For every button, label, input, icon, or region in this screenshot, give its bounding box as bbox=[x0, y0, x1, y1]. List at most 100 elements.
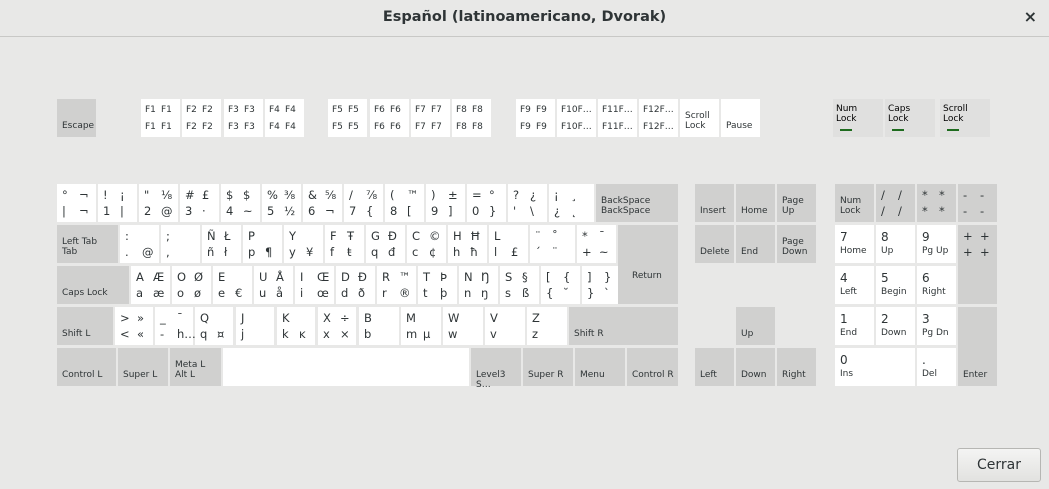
key-d[interactable]: DĐdð bbox=[336, 266, 375, 304]
key-c[interactable]: C © c ¢ bbox=[407, 225, 446, 263]
key-up[interactable]: Up bbox=[736, 307, 775, 345]
key-super-r[interactable]: Super R bbox=[523, 348, 573, 386]
key-super-l[interactable]: Super L bbox=[118, 348, 168, 386]
key-page-up[interactable]: Page Up bbox=[777, 184, 816, 222]
key-u[interactable]: UÅuå bbox=[254, 266, 293, 304]
key-n[interactable]: NŊnŋ bbox=[459, 266, 498, 304]
key-f[interactable]: FŦfŧ bbox=[325, 225, 364, 263]
key-x[interactable]: X ÷ x × bbox=[318, 307, 356, 345]
key-numlock[interactable]: Num Lock bbox=[835, 184, 874, 222]
key-kp9[interactable]: 9 Pg Up bbox=[917, 225, 956, 263]
key-ctrl-l[interactable]: Control L bbox=[57, 348, 116, 386]
key-shift-l[interactable]: Shift L bbox=[57, 307, 113, 345]
key-s[interactable]: S § s ß bbox=[500, 266, 539, 304]
key-m[interactable]: Mmµ bbox=[401, 307, 441, 345]
key-ctrl-r[interactable]: Control R bbox=[627, 348, 678, 386]
key-f3[interactable]: F3 F3 F3 F3 bbox=[224, 99, 263, 137]
key-l[interactable]: Ll £ bbox=[489, 225, 528, 263]
key-scroll-lock[interactable]: Scroll Lock bbox=[680, 99, 719, 137]
key-colon[interactable]: :. @ bbox=[120, 225, 159, 263]
key-f8[interactable]: F8 F8 F8 F8 bbox=[452, 99, 491, 137]
key-kp5[interactable]: 5 Begin bbox=[876, 266, 915, 304]
key-w[interactable]: Ww bbox=[443, 307, 483, 345]
key-e[interactable]: Ee € bbox=[213, 266, 252, 304]
close-icon[interactable]: × bbox=[1024, 7, 1037, 26]
key-q[interactable]: Qq ¤ bbox=[195, 307, 233, 345]
key-kp-mul[interactable]: * * * * bbox=[917, 184, 956, 222]
key-minus[interactable]: _ ¯ - h… bbox=[155, 307, 196, 345]
key-tab[interactable]: Left Tab Tab bbox=[57, 225, 118, 263]
key-kp-sub[interactable]: ---- bbox=[958, 184, 997, 222]
key-end[interactable]: End bbox=[736, 225, 775, 263]
key-kp6[interactable]: 6 Right bbox=[917, 266, 956, 304]
key-caps[interactable]: Caps Lock bbox=[57, 266, 129, 304]
key-iquest[interactable]: ¡ ¸ ¿ ˛ bbox=[549, 184, 594, 222]
key-o[interactable]: OØoø bbox=[172, 266, 211, 304]
key-k8[interactable]: (™ 8 [ bbox=[385, 184, 424, 222]
key-pause[interactable]: Pause bbox=[721, 99, 760, 137]
key-f6[interactable]: F6 F6 F6 F6 bbox=[370, 99, 409, 137]
key-level3[interactable]: Level3 S… bbox=[471, 348, 521, 390]
key-ntilde[interactable]: ÑŁñł bbox=[202, 225, 241, 263]
key-space[interactable] bbox=[223, 348, 469, 386]
key-kp2[interactable]: 2 Down bbox=[876, 307, 915, 345]
key-t[interactable]: TÞtþ bbox=[418, 266, 457, 304]
key-meta-l[interactable]: Meta L Alt L bbox=[170, 348, 221, 386]
key-v[interactable]: Vv bbox=[485, 307, 525, 345]
key-f7[interactable]: F7 F7 F7 F7 bbox=[411, 99, 450, 137]
key-kp4[interactable]: 4 Left bbox=[835, 266, 874, 304]
key-f11[interactable]: F11F… F11F… bbox=[598, 99, 637, 137]
key-r[interactable]: R ™ r ® bbox=[377, 266, 416, 304]
key-kp7[interactable]: 7 Home bbox=[835, 225, 874, 263]
key-kp-add[interactable]: + + + + bbox=[958, 225, 997, 304]
key-p[interactable]: Pp ¶ bbox=[243, 225, 282, 263]
key-f9[interactable]: F9 F9 F9 F9 bbox=[516, 99, 555, 137]
key-page-down[interactable]: Page Down bbox=[777, 225, 816, 263]
key-left[interactable]: Left bbox=[695, 348, 734, 386]
key-k5[interactable]: % ⅜ 5 ½ bbox=[262, 184, 301, 222]
key-insert[interactable]: Insert bbox=[695, 184, 734, 222]
key-kp-enter[interactable]: Enter bbox=[958, 307, 997, 386]
key-delete[interactable]: Delete bbox=[695, 225, 734, 263]
key-dead[interactable]: ¨ ˚ ´ ¨ bbox=[530, 225, 575, 263]
key-kp8[interactable]: 8 Up bbox=[876, 225, 915, 263]
key-kp0[interactable]: 0 Ins bbox=[835, 348, 915, 386]
key-j[interactable]: Jj bbox=[236, 307, 274, 345]
key-f10[interactable]: F10F… F10F… bbox=[557, 99, 596, 137]
key-k3[interactable]: # £3 · bbox=[180, 184, 219, 222]
key-f1[interactable]: F1 F1 F1 F1 bbox=[141, 99, 180, 137]
key-kp-dot[interactable]: . Del bbox=[917, 348, 956, 386]
key-k7[interactable]: / ⅞ 7 { bbox=[344, 184, 383, 222]
key-k4[interactable]: $ $4 ~ bbox=[221, 184, 260, 222]
key-f4[interactable]: F4 F4 F4 F4 bbox=[265, 99, 304, 137]
key-kp-div[interactable]: / / / / bbox=[876, 184, 915, 222]
key-menu[interactable]: Menu bbox=[575, 348, 625, 386]
key-brace[interactable]: [{{˘ bbox=[541, 266, 580, 304]
key-k2[interactable]: " ⅛ 2 @ bbox=[139, 184, 178, 222]
key-f12[interactable]: F12F… F12F… bbox=[639, 99, 678, 137]
key-backspace[interactable]: BackSpace BackSpace bbox=[596, 184, 678, 222]
key-lt[interactable]: > » < « bbox=[115, 307, 153, 345]
close-button[interactable]: Cerrar bbox=[957, 448, 1041, 482]
key-home[interactable]: Home bbox=[736, 184, 775, 222]
key-i[interactable]: IŒiœ bbox=[295, 266, 334, 304]
key-return[interactable]: Return bbox=[618, 225, 678, 304]
key-down[interactable]: Down bbox=[736, 348, 775, 386]
key-grave[interactable]: ° ¬ | ¬ bbox=[57, 184, 96, 222]
key-k[interactable]: Kkĸ bbox=[277, 307, 315, 345]
key-y[interactable]: Yy ¥ bbox=[284, 225, 323, 263]
key-f5[interactable]: F5 F5 F5 F5 bbox=[328, 99, 367, 137]
key-kp3[interactable]: 3 Pg Dn bbox=[917, 307, 956, 345]
key-k1[interactable]: ! ¡ 1 | bbox=[98, 184, 137, 222]
key-star[interactable]: * ¯ + ~ bbox=[577, 225, 616, 263]
key-b[interactable]: Bb bbox=[359, 307, 399, 345]
key-h[interactable]: HĦhħ bbox=[448, 225, 487, 263]
key-k9[interactable]: ) ±9] bbox=[426, 184, 465, 222]
key-k6[interactable]: & ⅝ 6 ¬ bbox=[303, 184, 342, 222]
key-escape[interactable]: Escape bbox=[57, 99, 96, 137]
key-apos[interactable]: ? ¿ ' \ bbox=[508, 184, 547, 222]
key-semi[interactable]: ;, bbox=[161, 225, 200, 263]
key-a[interactable]: AÆaæ bbox=[131, 266, 170, 304]
key-f2[interactable]: F2 F2 F2 F2 bbox=[182, 99, 221, 137]
key-right[interactable]: Right bbox=[777, 348, 816, 386]
